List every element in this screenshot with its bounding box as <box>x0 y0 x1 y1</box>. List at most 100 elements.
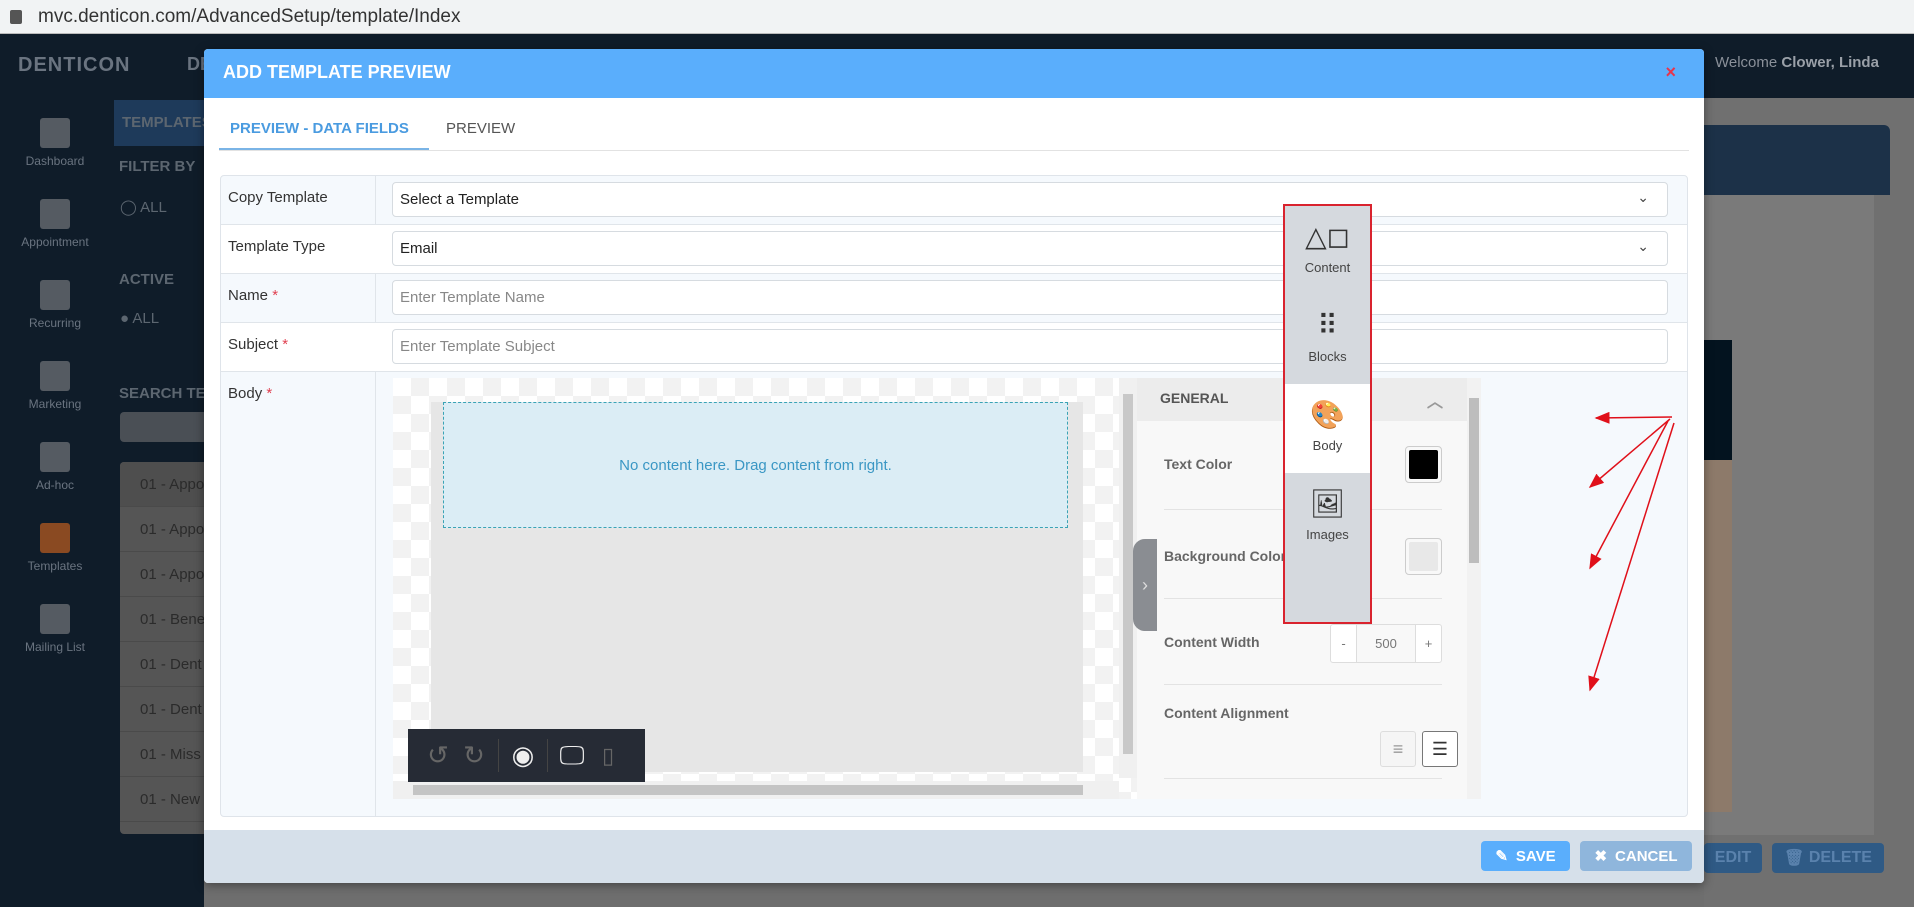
background-color-swatch[interactable] <box>1405 538 1442 575</box>
dashboard-icon <box>40 118 70 148</box>
side-tab-content[interactable]: △◻ Content <box>1285 206 1370 295</box>
adhoc-icon <box>40 442 70 472</box>
add-template-modal: ADD TEMPLATE PREVIEW × PREVIEW - DATA FI… <box>204 49 1704 883</box>
active-tab-indicator <box>219 148 429 150</box>
shapes-icon: △◻ <box>1305 221 1350 252</box>
template-type-select[interactable]: Email ⌄ <box>392 231 1668 266</box>
tab-preview[interactable]: PREVIEW <box>446 120 515 137</box>
welcome-text: Welcome Clower, Linda <box>1715 54 1879 71</box>
mobile-icon[interactable]: ▯ <box>590 743 626 769</box>
modal-header: ADD TEMPLATE PREVIEW <box>204 49 1704 98</box>
sidebar-item-marketing[interactable]: Marketing <box>0 361 110 411</box>
text-color-swatch[interactable] <box>1405 446 1442 483</box>
collapse-panel-button[interactable]: › <box>1133 539 1157 631</box>
chevron-up-icon: ︿ <box>1426 394 1443 411</box>
desktop-icon[interactable]: 🖵 <box>554 740 590 772</box>
search-label: SEARCH TE <box>119 385 206 402</box>
close-icon: ✖ <box>1594 848 1608 865</box>
content-width-value[interactable]: 500 <box>1357 625 1415 662</box>
subject-input[interactable]: Enter Template Subject <box>392 329 1668 364</box>
list-item[interactable]: 01 - Appo <box>120 507 204 552</box>
content-width-stepper[interactable]: -500 + <box>1330 624 1442 663</box>
tab-preview-data-fields[interactable]: PREVIEW - DATA FIELDS <box>230 120 409 137</box>
save-button[interactable]: ✎ SAVE <box>1481 841 1570 871</box>
modal-title: ADD TEMPLATE PREVIEW <box>223 62 451 82</box>
list-item[interactable]: 01 - Dent <box>120 687 204 732</box>
template-type-row: Template Type Email ⌄ <box>221 225 1687 274</box>
grid-icon: ⠿ <box>1317 310 1338 341</box>
subject-row: Subject * Enter Template Subject <box>221 323 1687 372</box>
marketing-icon <box>40 361 70 391</box>
eye-icon[interactable]: ◉ <box>505 740 541 771</box>
filter-all-radio[interactable]: ◯ ALL <box>120 198 167 216</box>
side-tab-blocks[interactable]: ⠿ Blocks <box>1285 295 1370 384</box>
editor-toolbar: ↺ ↻ ◉ 🖵 ▯ <box>408 729 645 782</box>
delete-button[interactable]: 🗑 DELETE <box>1772 843 1884 873</box>
divider <box>547 739 548 772</box>
palette-icon: 🎨 <box>1310 399 1345 430</box>
list-item[interactable]: 01 - Dent <box>120 642 204 687</box>
modal-footer: ✎ SAVE ✖ CANCEL <box>204 830 1704 883</box>
body-label: Body * <box>228 385 273 402</box>
appointment-icon <box>40 199 70 229</box>
sidebar-item-mailing-list[interactable]: Mailing List <box>0 604 110 654</box>
cancel-button[interactable]: ✖ CANCEL <box>1580 841 1692 871</box>
sidebar-item-recurring[interactable]: Recurring <box>0 280 110 330</box>
template-type-label: Template Type <box>228 238 326 255</box>
background-image-top <box>1704 340 1732 460</box>
list-item[interactable]: 01 - Miss <box>120 732 204 777</box>
close-icon[interactable]: × <box>1665 62 1676 83</box>
background-header <box>1704 125 1890 195</box>
name-label: Name * <box>228 287 279 304</box>
subject-label: Subject * <box>228 336 289 353</box>
copy-template-label: Copy Template <box>228 189 328 206</box>
edit-button[interactable]: EDIT <box>1704 843 1762 873</box>
side-tab-images[interactable]: 🖼 Images <box>1285 473 1370 562</box>
align-center-button[interactable]: ☰ <box>1422 731 1458 767</box>
search-input[interactable] <box>120 412 204 442</box>
editor-canvas[interactable]: No content here. Drag content from right… <box>393 378 1137 799</box>
content-alignment-row: Content Alignment ≡ ☰ <box>1164 685 1458 779</box>
logo: DENTICON <box>18 54 131 76</box>
chevron-down-icon: ⌄ <box>1637 189 1649 205</box>
templates-header: TEMPLATES <box>114 100 212 146</box>
decrease-button[interactable]: - <box>1331 625 1357 662</box>
sidebar-item-appointment[interactable]: Appointment <box>0 199 110 249</box>
name-row: Name * Enter Template Name <box>221 274 1687 323</box>
editor-side-tabs: △◻ Content ⠿ Blocks 🎨 Body 🖼 Images <box>1283 204 1372 624</box>
divider <box>498 739 499 772</box>
mailing-list-icon <box>40 604 70 634</box>
name-input[interactable]: Enter Template Name <box>392 280 1668 315</box>
copy-template-row: Copy Template Select a Template ⌄ <box>221 176 1687 225</box>
increase-button[interactable]: + <box>1415 625 1441 662</box>
active-all-radio[interactable]: ● ALL <box>120 310 159 327</box>
sidebar-item-adhoc[interactable]: Ad-hoc <box>0 442 110 492</box>
chevron-down-icon: ⌄ <box>1637 238 1649 254</box>
list-item[interactable]: 01 - Appo <box>120 552 204 597</box>
url-text: mvc.denticon.com/AdvancedSetup/template/… <box>38 5 461 27</box>
copy-template-select[interactable]: Select a Template ⌄ <box>392 182 1668 217</box>
pencil-icon: ✎ <box>1495 848 1508 865</box>
undo-icon[interactable]: ↺ <box>420 740 456 771</box>
email-paper: No content here. Drag content from right… <box>431 402 1083 772</box>
side-tab-body[interactable]: 🎨 Body <box>1285 384 1370 473</box>
scrollbar-thumb[interactable] <box>1469 398 1479 563</box>
user-name[interactable]: Clower, Linda <box>1781 54 1879 71</box>
sidebar-item-templates[interactable]: Templates <box>0 523 110 573</box>
list-item[interactable]: 01 - Bene <box>120 597 204 642</box>
align-left-button[interactable]: ≡ <box>1380 731 1416 767</box>
scrollbar-thumb[interactable] <box>413 785 1083 795</box>
images-icon: 🖼 <box>1309 488 1346 519</box>
sidebar-item-dashboard[interactable]: Dashboard <box>0 118 110 168</box>
template-list: 01 - Appo 01 - Appo 01 - Appo 01 - Bene … <box>120 462 204 834</box>
templates-icon <box>40 523 70 553</box>
redo-icon[interactable]: ↻ <box>456 740 492 771</box>
tab-divider <box>219 150 1689 151</box>
scrollbar-thumb[interactable] <box>1123 394 1133 754</box>
browser-address-bar[interactable]: mvc.denticon.com/AdvancedSetup/template/… <box>0 0 1914 34</box>
list-item[interactable]: 01 - Appo <box>120 462 204 507</box>
list-item[interactable]: 01 - New <box>120 777 204 822</box>
trash-icon: 🗑 <box>1784 850 1809 867</box>
recurring-icon <box>40 280 70 310</box>
drop-zone[interactable]: No content here. Drag content from right… <box>443 402 1068 528</box>
